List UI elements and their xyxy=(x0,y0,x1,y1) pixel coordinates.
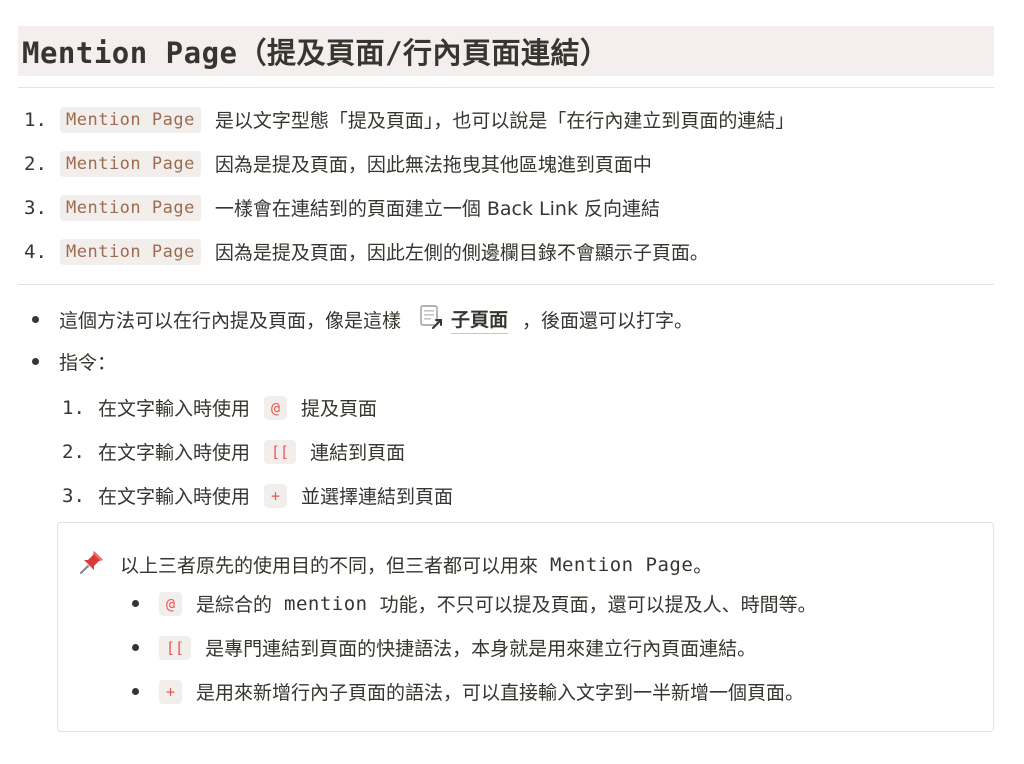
inline-code: @ xyxy=(264,395,288,420)
callout-title-mono: Mention Page xyxy=(550,553,694,576)
callout-item-text: 是用來新增行內子頁面的語法，可以直接輸入文字到一半新增一個頁面。 xyxy=(196,682,805,704)
list-text: 一樣會在連結到的頁面建立一個 Back Link 反向連結 xyxy=(214,198,660,220)
callout-item-text: 是專門連結到頁面的快捷語法，本身就是用來建立行內頁面連結。 xyxy=(205,638,757,660)
pushpin-icon xyxy=(78,548,106,581)
callout-title-end: 。 xyxy=(693,555,713,577)
numbered-item-3[interactable]: 3. Mention Page 一樣會在連結到的頁面建立一個 Back Link… xyxy=(24,194,660,221)
numbered-item-2[interactable]: 2. Mention Page 因為是提及頁面，因此無法拖曳其他區塊進到頁面中 xyxy=(24,150,652,177)
bullet-item-2[interactable]: 指令： xyxy=(32,348,116,375)
list-text: 是以文字型態「提及頁面」，也可以說是「在行內建立到頁面的連結」 xyxy=(214,110,795,132)
callout-item-3[interactable]: + 是用來新增行內子頁面的語法，可以直接輸入文字到一半新增一個頁面。 xyxy=(132,678,804,705)
command-step-3[interactable]: 3. 在文字輸入時使用 + 並選擇連結到頁面 xyxy=(62,482,453,509)
callout-item-1[interactable]: @ 是綜合的 mention 功能，不只可以提及頁面，還可以提及人、時間等。 xyxy=(132,590,817,617)
heading-block: Mention Page（提及頁面/行內頁面連結） xyxy=(18,26,994,76)
page-heading: Mention Page（提及頁面/行內頁面連結） xyxy=(22,36,610,70)
step-suffix: 提及頁面 xyxy=(301,398,378,420)
command-step-2[interactable]: 2. 在文字輸入時使用 [[ 連結到頁面 xyxy=(62,438,405,465)
inline-code: Mention Page xyxy=(60,106,201,133)
list-text: 因為是提及頁面，因此左側的側邊欄目錄不會顯示子頁面。 xyxy=(214,242,709,264)
inline-code: [[ xyxy=(159,635,192,660)
step-number: 3. xyxy=(62,484,85,507)
callout-title-text: 以上三者原先的使用目的不同，但三者都可以用來 xyxy=(120,555,539,577)
list-number: 3. xyxy=(24,196,47,219)
inline-code: Mention Page xyxy=(60,194,201,221)
bullet-dot xyxy=(132,644,139,651)
callout-title: 以上三者原先的使用目的不同，但三者都可以用來 Mention Page 。 xyxy=(78,548,712,581)
inline-code: + xyxy=(159,679,183,704)
bullet-dot xyxy=(32,358,39,365)
divider xyxy=(18,284,994,285)
page-mention-link[interactable]: 子頁面 xyxy=(419,304,509,335)
step-suffix: 連結到頁面 xyxy=(310,442,406,464)
bullet-dot xyxy=(132,688,139,695)
bullet-text-after: ，後面還可以打字。 xyxy=(522,310,694,332)
bullet-text: 指令： xyxy=(59,352,117,374)
numbered-item-4[interactable]: 4. Mention Page 因為是提及頁面，因此左側的側邊欄目錄不會顯示子頁… xyxy=(24,238,709,265)
step-prefix: 在文字輸入時使用 xyxy=(98,442,251,464)
step-prefix: 在文字輸入時使用 xyxy=(98,486,251,508)
divider xyxy=(18,87,994,88)
list-text: 因為是提及頁面，因此無法拖曳其他區塊進到頁面中 xyxy=(214,154,652,176)
command-step-1[interactable]: 1. 在文字輸入時使用 @ 提及頁面 xyxy=(62,394,377,421)
inline-code: @ xyxy=(159,591,183,616)
step-number: 2. xyxy=(62,440,85,463)
list-number: 2. xyxy=(24,152,47,175)
page-link-title: 子頁面 xyxy=(451,305,509,334)
inline-code: Mention Page xyxy=(60,150,201,177)
callout-item-text: 功能，不只可以提及頁面，還可以提及人、時間等。 xyxy=(379,594,817,616)
bullet-text: 這個方法可以在行內提及頁面，像是這樣 xyxy=(59,310,402,332)
step-number: 1. xyxy=(62,396,85,419)
callout-item-text: 是綜合的 xyxy=(196,594,273,616)
list-number: 1. xyxy=(24,108,47,131)
bullet-dot xyxy=(32,316,39,323)
bullet-dot xyxy=(132,600,139,607)
callout-item-mono: mention xyxy=(284,592,368,615)
step-suffix: 並選擇連結到頁面 xyxy=(301,486,454,508)
step-prefix: 在文字輸入時使用 xyxy=(98,398,251,420)
callout-item-2[interactable]: [[ 是專門連結到頁面的快捷語法，本身就是用來建立行內頁面連結。 xyxy=(132,634,756,661)
inline-code: [[ xyxy=(264,439,297,464)
page-with-arrow-icon xyxy=(419,304,445,335)
numbered-item-1[interactable]: 1. Mention Page 是以文字型態「提及頁面」，也可以說是「在行內建立… xyxy=(24,106,794,133)
list-number: 4. xyxy=(24,240,47,263)
bullet-item-1[interactable]: 這個方法可以在行內提及頁面，像是這樣 子頁面 ，後面還可以打字。 xyxy=(32,304,693,335)
inline-code: + xyxy=(264,483,288,508)
inline-code: Mention Page xyxy=(60,238,201,265)
